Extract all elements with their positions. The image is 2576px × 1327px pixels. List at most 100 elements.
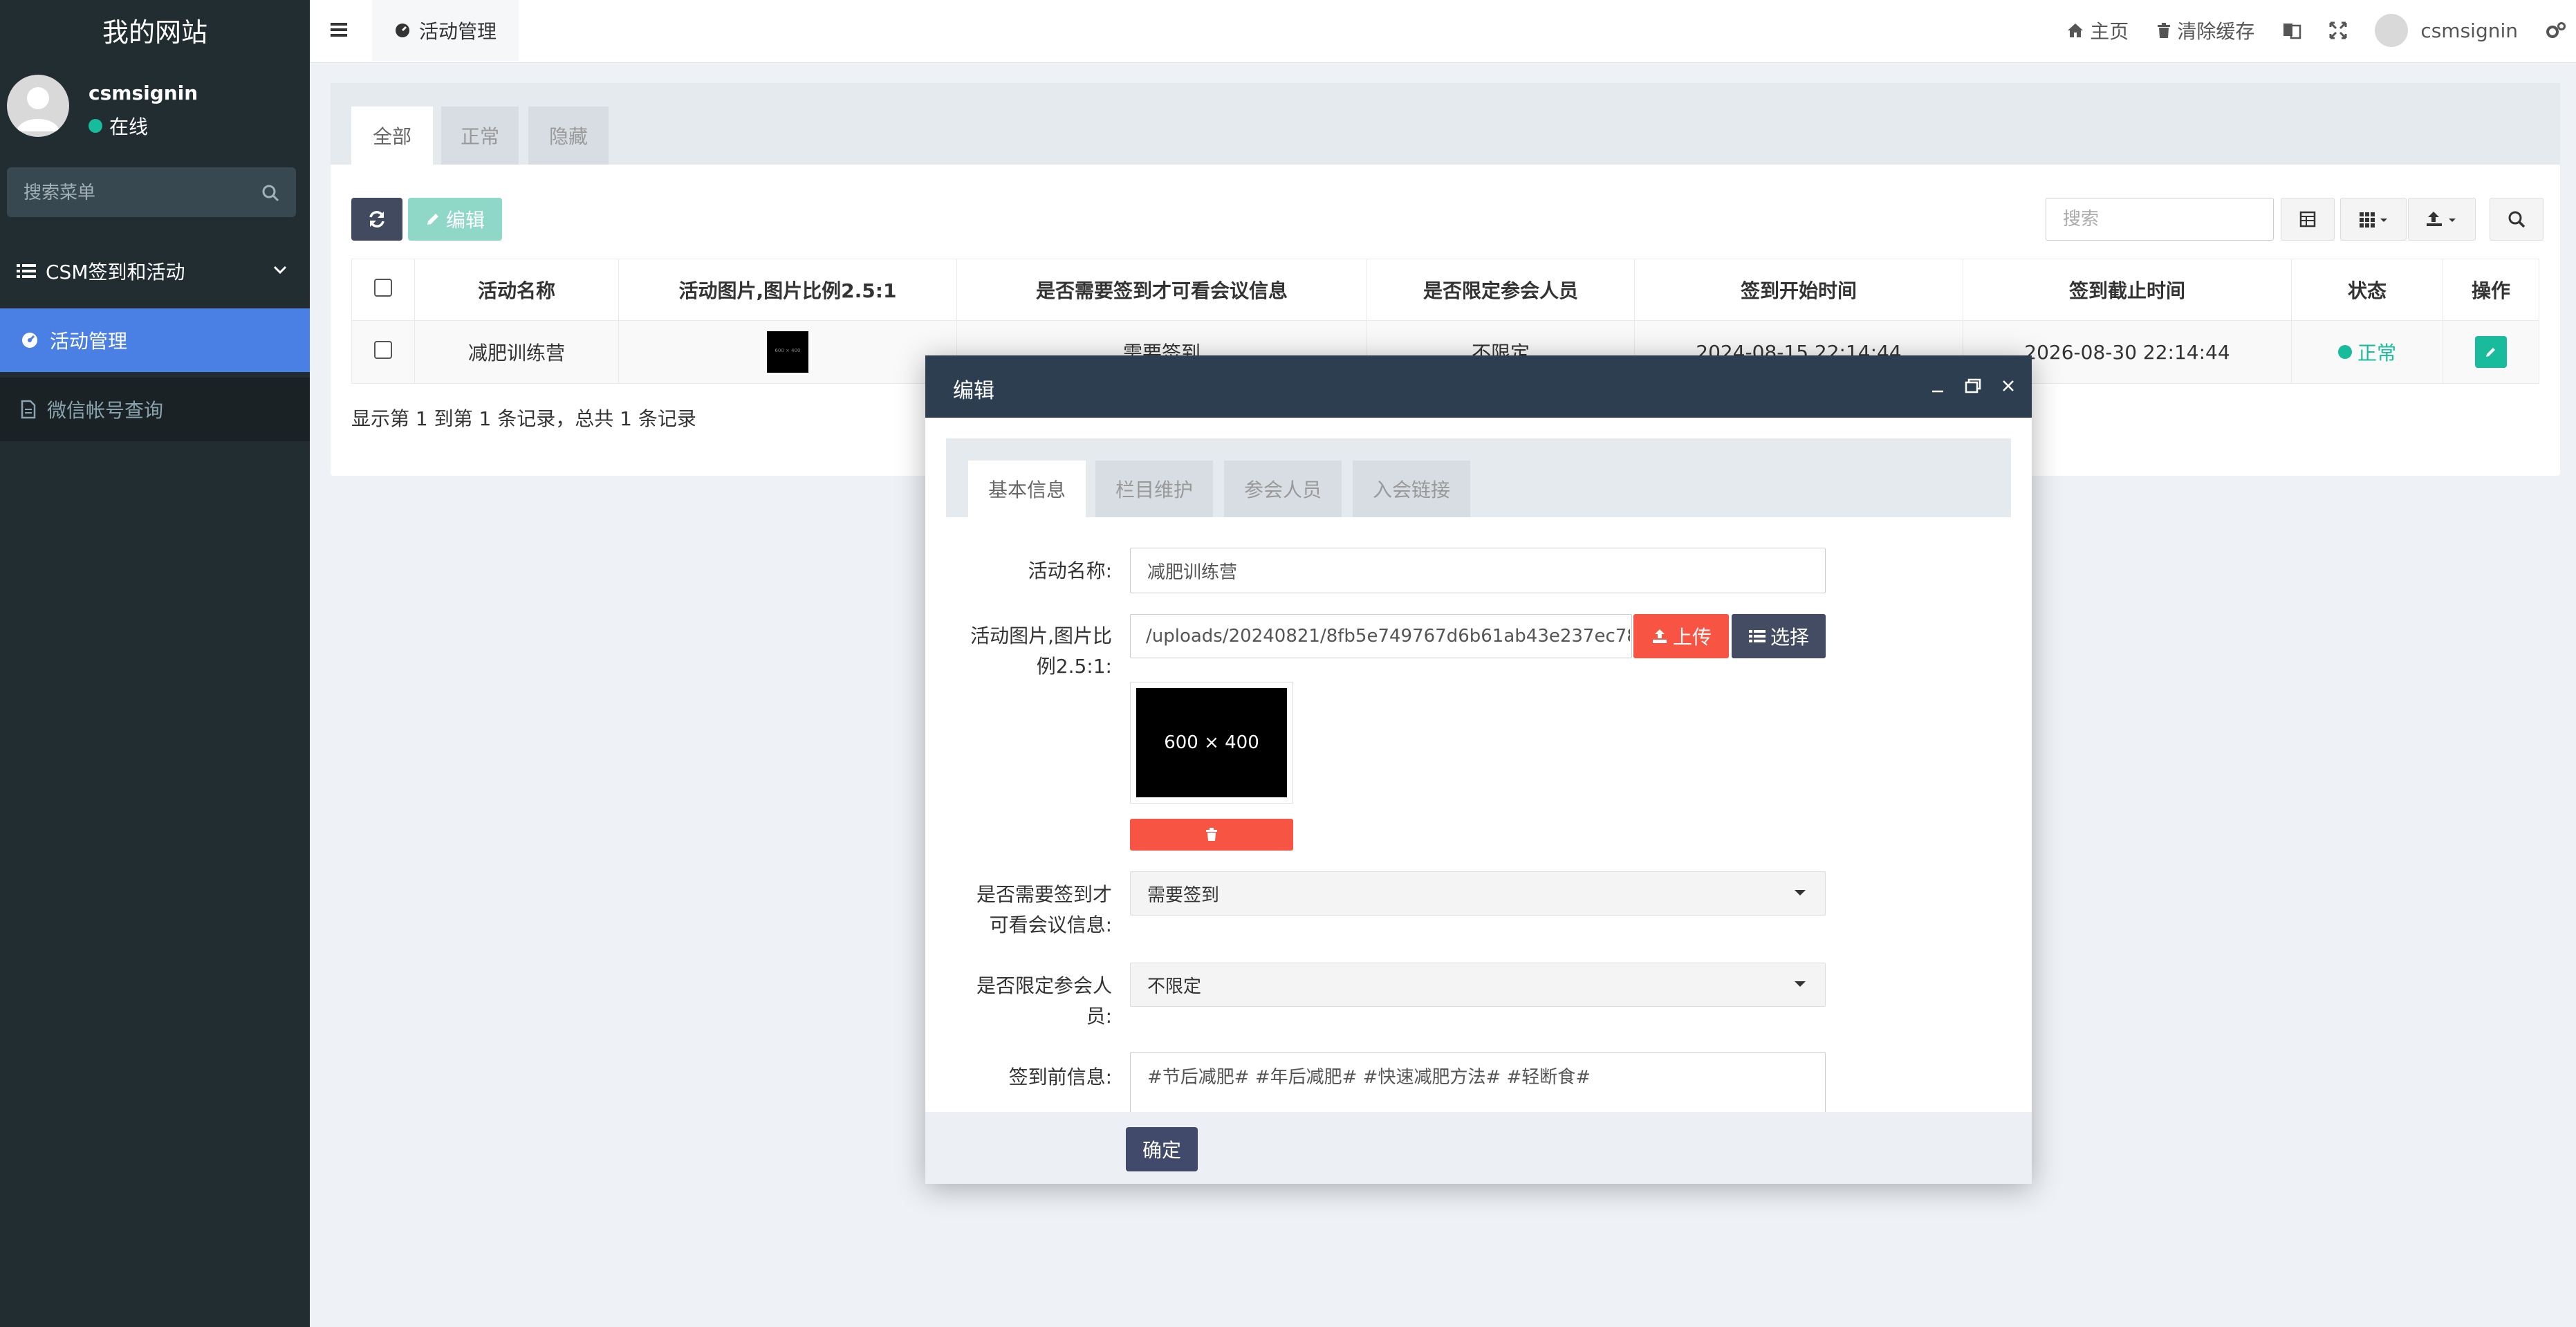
col-limit[interactable]: 是否限定参会人员 xyxy=(1366,259,1635,321)
tab-activity-management[interactable]: 活动管理 xyxy=(372,0,519,61)
dialog-titlebar[interactable]: 编辑 xyxy=(925,355,2032,418)
dashboard-icon xyxy=(21,331,39,349)
close-icon[interactable] xyxy=(2000,378,2017,394)
tab-join-link[interactable]: 入会链接 xyxy=(1353,461,1470,517)
col-need-sign[interactable]: 是否需要签到才可看会议信息 xyxy=(956,259,1367,321)
row-checkbox-cell xyxy=(351,320,415,384)
need-sign-value: 需要签到 xyxy=(1147,884,1220,906)
chevron-down-icon xyxy=(272,264,288,275)
limit-value: 不限定 xyxy=(1147,976,1202,997)
limit-select[interactable]: 不限定 xyxy=(1130,963,1826,1007)
image-label-line1: 活动图片,图片比 xyxy=(970,624,1112,647)
select-all-checkbox[interactable] xyxy=(374,278,392,297)
image-label: 活动图片,图片比 例2.5:1: xyxy=(949,621,1112,682)
translate-button[interactable] xyxy=(2282,21,2301,39)
activity-name-input[interactable] xyxy=(1130,548,1826,593)
sidebar-item-label: 微信帐号查询 xyxy=(47,399,164,422)
search-icon[interactable] xyxy=(261,184,279,202)
export-dropdown-button[interactable] xyxy=(2408,198,2476,241)
upload-button[interactable]: 上传 xyxy=(1633,614,1729,658)
refresh-button[interactable] xyxy=(351,198,402,241)
trash-icon xyxy=(1206,828,1217,841)
tab-column-maintenance[interactable]: 栏目维护 xyxy=(1095,461,1213,517)
col-image[interactable]: 活动图片,图片比例2.5:1 xyxy=(618,259,957,321)
user-menu[interactable]: csmsignin xyxy=(2375,14,2518,47)
table-search-input[interactable] xyxy=(2046,198,2274,241)
menu-group-label: CSM签到和活动 xyxy=(46,261,185,284)
menu-toggle-icon[interactable] xyxy=(329,21,349,39)
col-status[interactable]: 状态 xyxy=(2291,259,2443,321)
tab-all[interactable]: 全部 xyxy=(351,106,433,165)
avatar xyxy=(7,75,69,137)
advanced-search-button[interactable] xyxy=(2490,198,2543,241)
avatar xyxy=(2375,14,2409,47)
site-title[interactable]: 我的网站 xyxy=(0,0,310,59)
sidebar-search xyxy=(7,167,296,219)
choose-label: 选择 xyxy=(1770,626,1809,649)
maximize-icon[interactable] xyxy=(1964,378,1982,394)
dialog-tabs: 基本信息 栏目维护 参会人员 入会链接 xyxy=(946,438,2011,517)
limit-label-line2: 员: xyxy=(1086,1005,1112,1028)
tab-participants[interactable]: 参会人员 xyxy=(1224,461,1342,517)
tab-hidden[interactable]: 隐藏 xyxy=(528,106,609,165)
tab-normal[interactable]: 正常 xyxy=(441,106,519,165)
sidebar-item-wechat[interactable]: 微信帐号查询 xyxy=(0,378,310,441)
col-end-time[interactable]: 签到截止时间 xyxy=(1963,259,2292,321)
image-path-input[interactable] xyxy=(1130,614,1632,658)
need-sign-select[interactable]: 需要签到 xyxy=(1130,871,1826,916)
sidebar-search-input[interactable] xyxy=(7,167,253,219)
edit-dialog: 编辑 基本信息 栏目维护 参会人员 入会链接 活动名称: 活动图片,图片比 例2… xyxy=(925,355,2032,1184)
name-label: 活动名称: xyxy=(1028,559,1112,582)
settings-button[interactable] xyxy=(2546,21,2566,39)
status-dot-icon xyxy=(2337,345,2352,359)
before-info-textarea[interactable]: #节后减肥# #年后减肥# #快速减肥方法# #轻断食# xyxy=(1130,1052,1826,1119)
fullscreen-button[interactable] xyxy=(2329,21,2347,39)
cell-actions xyxy=(2443,320,2539,384)
clear-cache-button[interactable]: 清除缓存 xyxy=(2156,17,2254,44)
cell-name: 减肥训练营 xyxy=(414,320,619,384)
sidebar-item-label: 活动管理 xyxy=(50,330,128,353)
need-sign-label: 是否需要签到才 可看会议信息: xyxy=(949,880,1112,940)
status-label: 正常 xyxy=(2357,342,2396,364)
cell-image: 600 × 400 xyxy=(618,320,957,384)
choose-button[interactable]: 选择 xyxy=(1732,614,1826,658)
dialog-title: 编辑 xyxy=(953,379,994,403)
sidebar-item-activity[interactable]: 活动管理 xyxy=(0,308,310,372)
row-edit-button[interactable] xyxy=(2475,336,2507,368)
home-link[interactable]: 主页 xyxy=(2066,17,2129,44)
tab-basic-info[interactable]: 基本信息 xyxy=(968,461,1086,517)
search-icon xyxy=(2508,210,2526,228)
before-info-label: 签到前信息: xyxy=(1008,1066,1112,1088)
image-preview[interactable]: 600 × 400 xyxy=(1130,682,1293,804)
columns-dropdown-button[interactable] xyxy=(2340,198,2407,241)
upload-label: 上传 xyxy=(1672,626,1712,649)
table-header-row: 活动名称 活动图片,图片比例2.5:1 是否需要签到才可看会议信息 是否限定参会… xyxy=(351,259,2539,321)
upload-icon xyxy=(1651,628,1669,644)
delete-image-button[interactable] xyxy=(1130,819,1293,851)
edit-label: 编辑 xyxy=(445,209,485,232)
user-status-label: 在线 xyxy=(109,115,149,138)
minimize-icon[interactable] xyxy=(1929,378,1946,394)
pencil-icon xyxy=(2486,348,2495,357)
col-name[interactable]: 活动名称 xyxy=(414,259,619,321)
edit-button[interactable]: 编辑 xyxy=(408,198,502,241)
status-badge[interactable]: 正常 xyxy=(2337,338,2396,366)
activity-thumbnail[interactable]: 600 × 400 xyxy=(767,331,808,373)
col-start-time[interactable]: 签到开始时间 xyxy=(1634,259,1963,321)
col-actions: 操作 xyxy=(2443,259,2539,321)
limit-label: 是否限定参会人 员: xyxy=(949,971,1112,1032)
menu-group-csm[interactable]: CSM签到和活动 xyxy=(0,243,310,299)
confirm-button[interactable]: 确定 xyxy=(1126,1127,1198,1171)
row-checkbox[interactable] xyxy=(374,340,392,359)
refresh-icon xyxy=(367,210,387,229)
limit-label-line1: 是否限定参会人 xyxy=(976,974,1112,997)
caret-down-icon xyxy=(1795,890,1806,896)
dialog-footer: 确定 xyxy=(925,1112,2032,1184)
home-icon xyxy=(2066,22,2084,39)
toggle-view-button[interactable] xyxy=(2281,198,2335,241)
user-name: csmsignin xyxy=(89,82,198,104)
image-label-line2: 例2.5:1: xyxy=(1036,655,1112,678)
header-toolbar: 主页 清除缓存 csmsignin xyxy=(2066,0,2576,61)
caret-down-icon xyxy=(1795,981,1806,987)
top-header: 活动管理 主页 清除缓存 csmsignin xyxy=(310,0,2576,63)
